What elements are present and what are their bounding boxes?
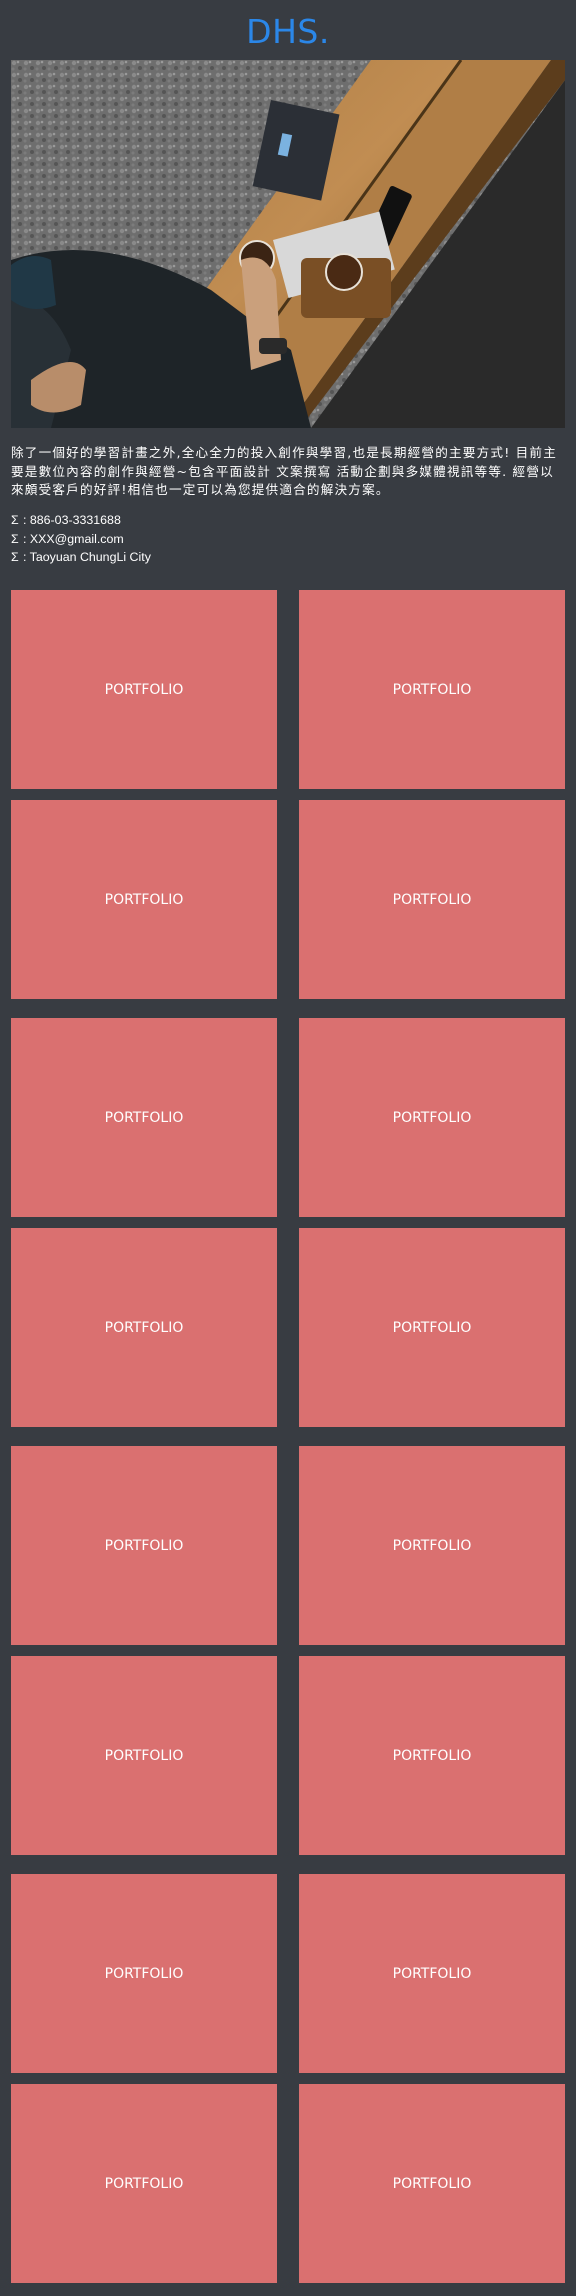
portfolio-card[interactable]: PORTFOLIO xyxy=(299,590,565,789)
portfolio-card[interactable]: PORTFOLIO xyxy=(11,1874,277,2073)
portfolio-card[interactable]: PORTFOLIO xyxy=(11,1656,277,1855)
portfolio-card-label: PORTFOLIO xyxy=(104,891,184,908)
contact-email: Σ : XXX@gmail.com xyxy=(11,530,567,549)
portfolio-card[interactable]: PORTFOLIO xyxy=(299,1018,565,1217)
portfolio-card[interactable]: PORTFOLIO xyxy=(11,800,277,999)
portfolio-card-label: PORTFOLIO xyxy=(104,1537,184,1554)
portfolio-card-label: PORTFOLIO xyxy=(392,681,472,698)
portfolio-card-label: PORTFOLIO xyxy=(392,1965,472,1982)
portfolio-card-label: PORTFOLIO xyxy=(104,681,184,698)
portfolio-card-label: PORTFOLIO xyxy=(392,891,472,908)
portfolio-card[interactable]: PORTFOLIO xyxy=(11,1446,277,1645)
portfolio-card-label: PORTFOLIO xyxy=(104,1965,184,1982)
portfolio-card-label: PORTFOLIO xyxy=(392,1747,472,1764)
portfolio-card-label: PORTFOLIO xyxy=(392,1319,472,1336)
contact-email-text[interactable]: : XXX@gmail.com xyxy=(23,530,124,549)
portfolio-card-label: PORTFOLIO xyxy=(104,1747,184,1764)
site-logo[interactable]: DHS. xyxy=(246,10,330,51)
contact-location-text: : Taoyuan ChungLi City xyxy=(23,550,151,564)
location-icon: Σ xyxy=(11,550,19,564)
portfolio-card-label: PORTFOLIO xyxy=(104,2175,184,2192)
contact-phone: Σ : 886-03-3331688 xyxy=(11,511,567,530)
portfolio-card-label: PORTFOLIO xyxy=(392,1537,472,1554)
hero-image xyxy=(11,60,565,428)
portfolio-card-label: PORTFOLIO xyxy=(104,1319,184,1336)
intro-paragraph: 除了一個好的學習計畫之外,全心全力的投入創作與學習,也是長期經營的主要方式! 目… xyxy=(11,445,558,497)
portfolio-card[interactable]: PORTFOLIO xyxy=(299,2084,565,2283)
portfolio-card-label: PORTFOLIO xyxy=(392,2175,472,2192)
portfolio-card[interactable]: PORTFOLIO xyxy=(299,1656,565,1855)
portfolio-card[interactable]: PORTFOLIO xyxy=(11,1228,277,1427)
portfolio-card[interactable]: PORTFOLIO xyxy=(299,1446,565,1645)
portfolio-card[interactable]: PORTFOLIO xyxy=(11,590,277,789)
portfolio-card-label: PORTFOLIO xyxy=(104,1109,184,1126)
portfolio-card[interactable]: PORTFOLIO xyxy=(11,2084,277,2283)
portfolio-card[interactable]: PORTFOLIO xyxy=(11,1018,277,1217)
phone-icon: Σ xyxy=(11,513,19,527)
contact-phone-text: : 886-03-3331688 xyxy=(23,513,121,527)
contact-list: Σ : 886-03-3331688 Σ : XXX@gmail.com Σ :… xyxy=(11,511,567,567)
portfolio-card[interactable]: PORTFOLIO xyxy=(299,1228,565,1427)
portfolio-card-label: PORTFOLIO xyxy=(392,1109,472,1126)
site-header: DHS. xyxy=(0,0,576,60)
portfolio-card[interactable]: PORTFOLIO xyxy=(299,1874,565,2073)
email-icon: Σ xyxy=(11,531,19,546)
portfolio-card[interactable]: PORTFOLIO xyxy=(299,800,565,999)
contact-location: Σ : Taoyuan ChungLi City xyxy=(11,548,567,567)
